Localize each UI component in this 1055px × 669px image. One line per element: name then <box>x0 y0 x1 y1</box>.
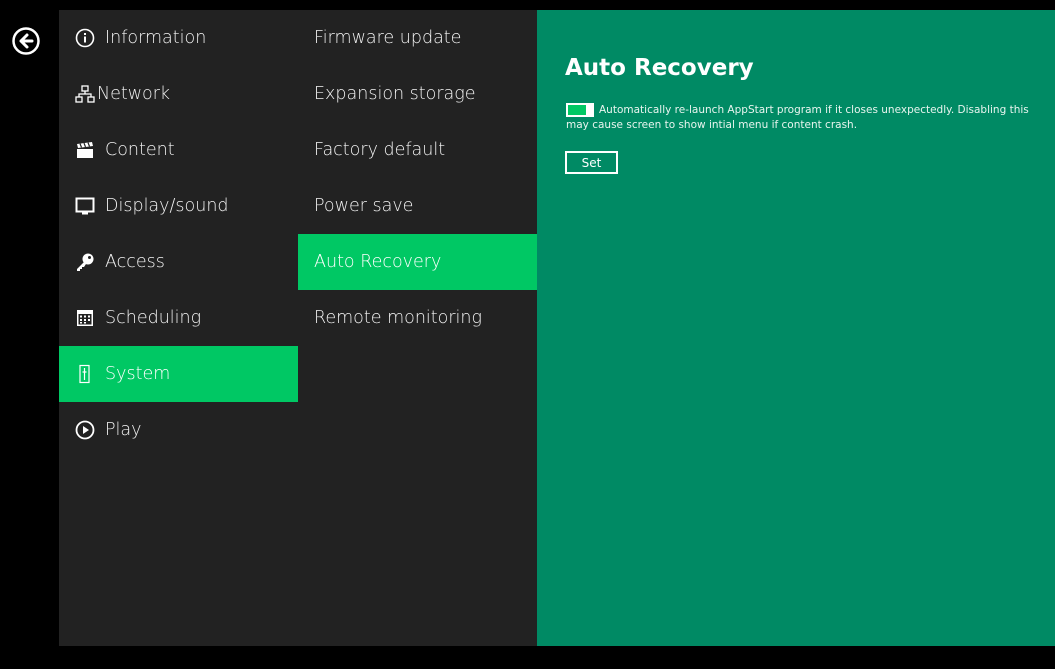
submenu-item-label: Auto Recovery <box>314 252 442 272</box>
nav-item-label: Play <box>105 420 142 440</box>
submenu-item-firmware-update[interactable]: Firmware update <box>298 10 537 66</box>
nav-item-label: Access <box>105 252 165 272</box>
auto-recovery-panel: Auto Recovery Automatically re-launch Ap… <box>537 10 1055 646</box>
nav-item-label: Display/sound <box>105 196 229 216</box>
submenu-item-auto-recovery[interactable]: Auto Recovery <box>298 234 537 290</box>
submenu-item-expansion-storage[interactable]: Expansion storage <box>298 66 537 122</box>
submenu-item-label: Remote monitoring <box>314 308 483 328</box>
nav-item-scheduling[interactable]: Scheduling <box>59 290 298 346</box>
set-button[interactable]: Set <box>565 151 618 174</box>
monitor-icon <box>75 196 95 216</box>
nav-item-content[interactable]: Content <box>59 122 298 178</box>
main-nav: Information Network Content Display/soun… <box>59 10 298 646</box>
auto-recovery-toggle[interactable] <box>566 103 594 117</box>
nav-item-label: Scheduling <box>105 308 202 328</box>
submenu-item-remote-monitoring[interactable]: Remote monitoring <box>298 290 537 346</box>
submenu-item-label: Expansion storage <box>314 84 476 104</box>
nav-item-label: Information <box>105 28 207 48</box>
network-icon <box>75 84 95 104</box>
nav-item-play[interactable]: Play <box>59 402 298 458</box>
nav-item-label: Content <box>105 140 175 160</box>
play-icon <box>75 420 95 440</box>
nav-item-network[interactable]: Network <box>59 66 298 122</box>
system-submenu: Firmware update Expansion storage Factor… <box>298 10 537 646</box>
toggle-fill <box>568 105 586 115</box>
nav-item-label: Network <box>97 84 171 104</box>
nav-item-system[interactable]: System <box>59 346 298 402</box>
submenu-item-label: Firmware update <box>314 28 462 48</box>
back-arrow-icon[interactable] <box>12 27 40 55</box>
auto-recovery-description: Automatically re-launch AppStart program… <box>566 104 1029 131</box>
key-icon <box>75 252 95 272</box>
nav-item-access[interactable]: Access <box>59 234 298 290</box>
submenu-item-factory-default[interactable]: Factory default <box>298 122 537 178</box>
system-icon <box>75 364 95 384</box>
nav-item-label: System <box>105 364 171 384</box>
page-title: Auto Recovery <box>565 55 754 81</box>
submenu-item-power-save[interactable]: Power save <box>298 178 537 234</box>
nav-item-information[interactable]: Information <box>59 10 298 66</box>
clapperboard-icon <box>75 140 95 160</box>
calendar-icon <box>75 308 95 328</box>
info-icon <box>75 28 95 48</box>
toggle-knob <box>586 105 592 115</box>
nav-item-display-sound[interactable]: Display/sound <box>59 178 298 234</box>
submenu-item-label: Power save <box>314 196 414 216</box>
submenu-item-label: Factory default <box>314 140 446 160</box>
